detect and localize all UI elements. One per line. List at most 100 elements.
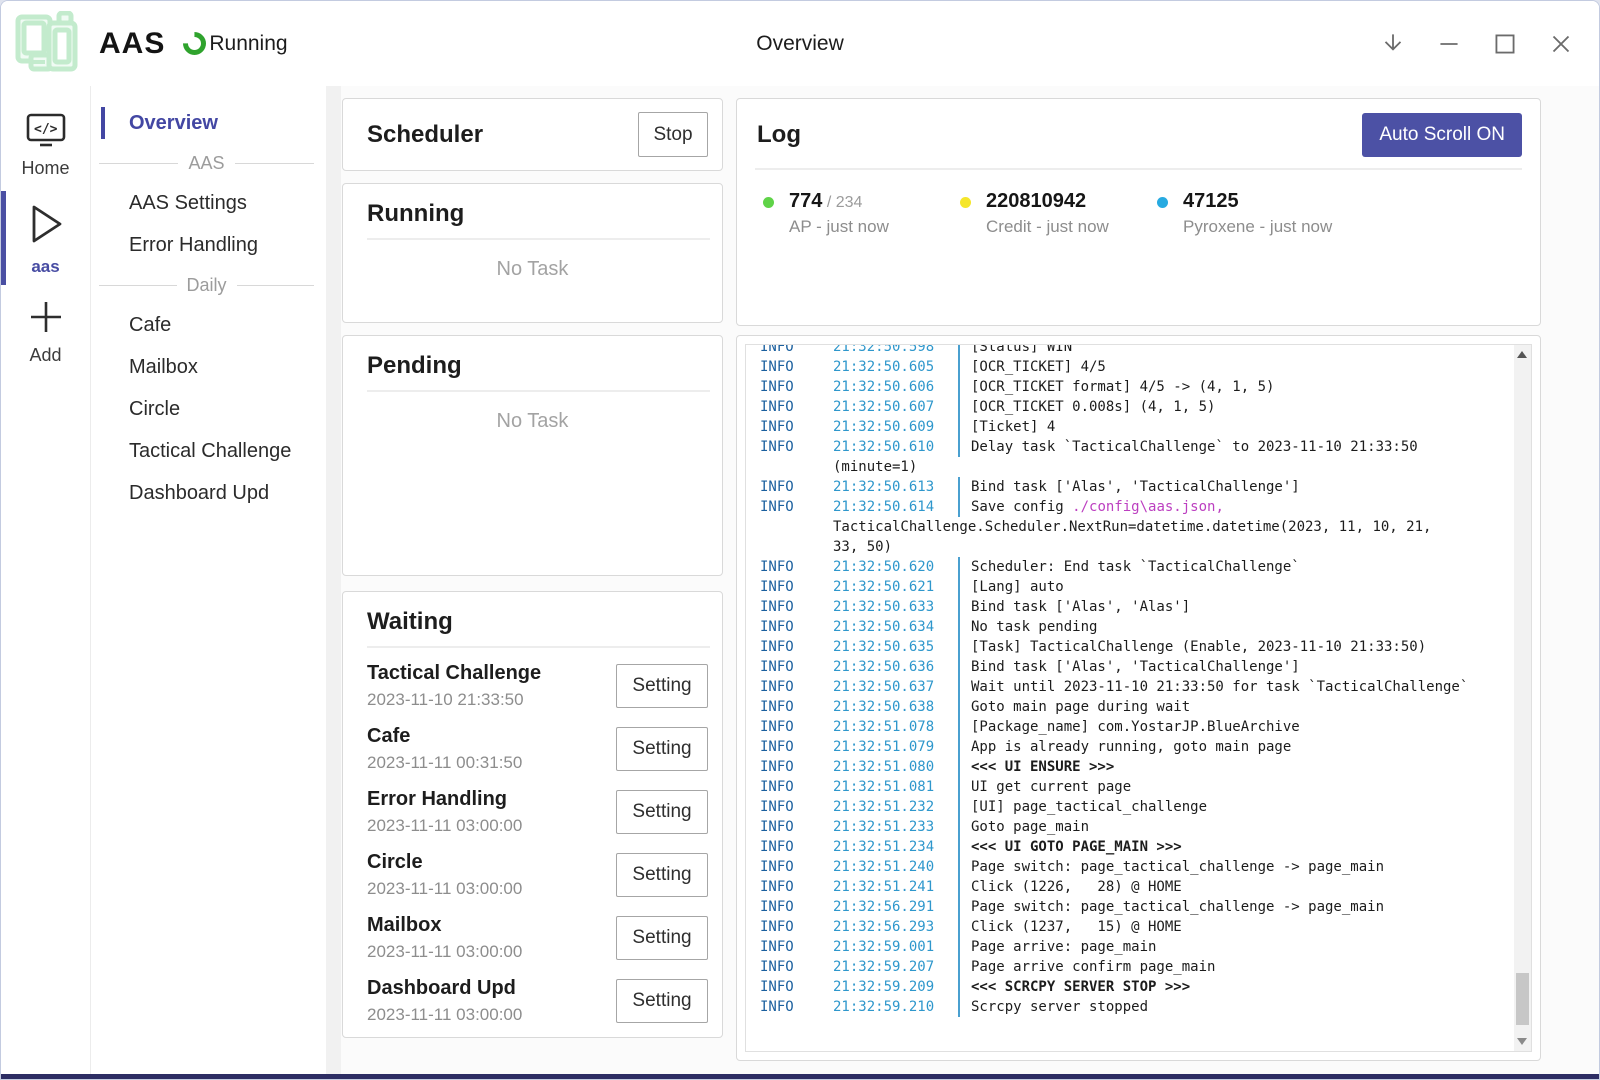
log-line: INFO21:32:50.634No task pending <box>746 617 1501 637</box>
close-button[interactable] <box>1545 28 1577 60</box>
log-line: 33, 50) <box>746 537 1501 557</box>
stat-value: 220810942 <box>986 190 1109 213</box>
stat-label: AP - just now <box>789 217 889 237</box>
task-name: Cafe <box>367 725 522 748</box>
running-divider <box>367 238 710 240</box>
scrollbar-thumb[interactable] <box>1516 973 1529 1025</box>
scroll-up-arrow-icon[interactable] <box>1517 351 1527 358</box>
log-line: TacticalChallenge.Scheduler.NextRun=date… <box>746 517 1501 537</box>
scheduler-title: Scheduler <box>367 121 483 149</box>
hide-to-tray-button[interactable] <box>1377 28 1409 60</box>
log-line: INFO21:32:51.081UI get current page <box>746 777 1501 797</box>
play-icon <box>26 201 66 252</box>
waiting-task-row: Tactical Challenge2023-11-10 21:33:50Set… <box>367 654 708 717</box>
icon-rail: </> Home aas Add <box>1 86 91 1076</box>
nav-item-aas-settings[interactable]: AAS Settings <box>91 182 326 224</box>
task-name: Dashboard Upd <box>367 977 522 1000</box>
nav-item-cafe[interactable]: Cafe <box>91 304 326 346</box>
log-line: INFO21:32:50.638Goto main page during wa… <box>746 697 1501 717</box>
nav-item-dashboard-upd[interactable]: Dashboard Upd <box>91 472 326 514</box>
home-icon: </> <box>25 112 67 153</box>
nav-content-divider <box>326 86 341 1076</box>
task-name: Error Handling <box>367 788 522 811</box>
task-name: Mailbox <box>367 914 522 937</box>
task-setting-button[interactable]: Setting <box>616 853 708 897</box>
task-next-run-time: 2023-11-11 03:00:00 <box>367 816 522 836</box>
log-line: INFO21:32:50.610Delay task `TacticalChal… <box>746 437 1501 457</box>
log-line: INFO21:32:51.240Page switch: page_tactic… <box>746 857 1501 877</box>
rail-item-label: Add <box>29 345 61 366</box>
nav-item-tactical-challenge[interactable]: Tactical Challenge <box>91 430 326 472</box>
stat-dot-icon <box>960 197 971 208</box>
stat-label: Pyroxene - just now <box>1183 217 1332 237</box>
waiting-task-row: Cafe 2023-11-11 00:31:50 Setting <box>367 717 708 780</box>
minimize-button[interactable] <box>1433 28 1465 60</box>
nav-section-divider: Daily <box>91 266 326 304</box>
log-line: INFO21:32:50.605[OCR_TICKET] 4/5 <box>746 357 1501 377</box>
log-line: INFO21:32:50.621[Lang] auto <box>746 577 1501 597</box>
log-line: INFO21:32:56.293Click (1237, 15) @ HOME <box>746 917 1501 937</box>
log-line: INFO21:32:51.233Goto page_main <box>746 817 1501 837</box>
log-line: INFO21:32:50.613Bind task ['Alas', 'Tact… <box>746 477 1501 497</box>
pending-title: Pending <box>367 352 698 380</box>
rail-item-label: aas <box>31 257 59 277</box>
titlebar: AAS Running Overview <box>1 1 1599 86</box>
log-line: INFO21:32:50.620Scheduler: End task `Tac… <box>746 557 1501 577</box>
log-line: INFO21:32:50.614Save config ./config\aas… <box>746 497 1501 517</box>
page-title: Overview <box>1 32 1599 56</box>
log-header-panel: Log Auto Scroll ON 774 / 234AP - just no… <box>736 98 1541 326</box>
task-setting-button[interactable]: Setting <box>616 664 708 708</box>
task-next-run-time: 2023-11-11 03:00:00 <box>367 942 522 962</box>
log-panel: INFO21:32:50.598[Status] WININFO21:32:50… <box>736 335 1541 1061</box>
task-name: Circle <box>367 851 522 874</box>
window-controls <box>1377 28 1599 60</box>
window-bottom-edge <box>1 1074 1599 1079</box>
waiting-task-row: Dashboard Upd 2023-11-11 03:00:00 Setting <box>367 969 708 1032</box>
app-window: AAS Running Overview <box>0 0 1600 1080</box>
waiting-task-row: Error Handling 2023-11-11 03:00:00 Setting <box>367 780 708 843</box>
waiting-title: Waiting <box>367 608 698 636</box>
task-setting-button[interactable]: Setting <box>616 916 708 960</box>
rail-item-label: Home <box>21 158 69 179</box>
scroll-down-arrow-icon[interactable] <box>1517 1038 1527 1045</box>
stat-value-max: / 234 <box>822 194 862 211</box>
pending-empty-text: No Task <box>343 410 722 433</box>
plus-icon <box>28 299 64 340</box>
scheduler-panel: Scheduler Stop <box>342 98 723 171</box>
log-line: INFO21:32:51.080<<< UI ENSURE >>> <box>746 757 1501 777</box>
scheduler-stop-button[interactable]: Stop <box>638 112 708 157</box>
log-line: INFO21:32:50.637Wait until 2023-11-10 21… <box>746 677 1501 697</box>
waiting-task-row: Mailbox 2023-11-11 03:00:00 Setting <box>367 906 708 969</box>
nav-item-overview[interactable]: Overview <box>91 102 326 144</box>
waiting-task-list: Tactical Challenge2023-11-10 21:33:50Set… <box>343 648 722 1032</box>
auto-scroll-toggle[interactable]: Auto Scroll ON <box>1362 113 1522 157</box>
maximize-button[interactable] <box>1489 28 1521 60</box>
task-next-run-time: 2023-11-10 21:33:50 <box>367 690 541 710</box>
nav-item-mailbox[interactable]: Mailbox <box>91 346 326 388</box>
nav-item-circle[interactable]: Circle <box>91 388 326 430</box>
log-line: INFO21:32:56.291Page switch: page_tactic… <box>746 897 1501 917</box>
log-lines: INFO21:32:50.598[Status] WININFO21:32:50… <box>746 344 1531 1017</box>
stat-label: Credit - just now <box>986 217 1109 237</box>
task-next-run-time: 2023-11-11 00:31:50 <box>367 753 522 773</box>
log-scrollbar[interactable] <box>1514 345 1531 1051</box>
nav-list: OverviewAASAAS SettingsError HandlingDai… <box>91 86 326 1076</box>
task-next-run-time: 2023-11-11 03:00:00 <box>367 1005 522 1025</box>
log-line: INFO21:32:50.607[OCR_TICKET 0.008s] (4, … <box>746 397 1501 417</box>
waiting-panel: Waiting Tactical Challenge2023-11-10 21:… <box>342 591 723 1038</box>
window-body: </> Home aas Add <box>1 86 1599 1076</box>
running-empty-text: No Task <box>343 258 722 281</box>
task-setting-button[interactable]: Setting <box>616 790 708 834</box>
rail-item-home[interactable]: </> Home <box>1 100 90 189</box>
log-title: Log <box>757 121 801 149</box>
rail-item-aas[interactable]: aas <box>1 189 90 287</box>
nav-item-error-handling[interactable]: Error Handling <box>91 224 326 266</box>
log-line: INFO21:32:50.635[Task] TacticalChallenge… <box>746 637 1501 657</box>
svg-text:</>: </> <box>34 122 58 137</box>
log-line: INFO21:32:50.633Bind task ['Alas', 'Alas… <box>746 597 1501 617</box>
task-setting-button[interactable]: Setting <box>616 979 708 1023</box>
task-setting-button[interactable]: Setting <box>616 727 708 771</box>
log-line: INFO21:32:50.609[Ticket] 4 <box>746 417 1501 437</box>
rail-item-add[interactable]: Add <box>1 287 90 376</box>
stat-dot-icon <box>763 197 774 208</box>
